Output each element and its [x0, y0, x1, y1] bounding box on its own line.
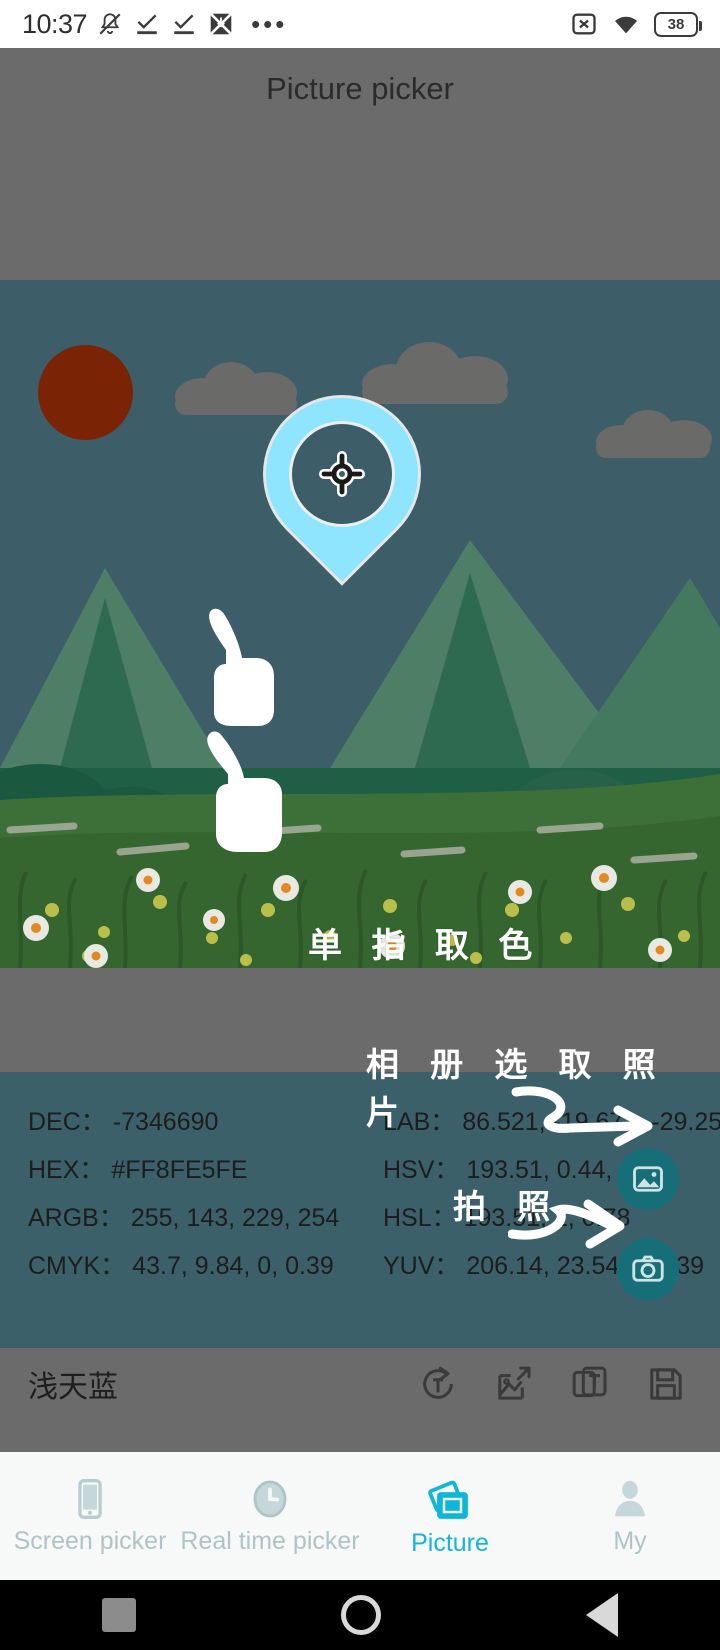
nav-label-my: My — [613, 1526, 647, 1555]
info-cmyk-value: 43.7, 9.84, 0, 0.39 — [132, 1252, 334, 1280]
info-dec-value: -7346690 — [112, 1108, 219, 1136]
page-title: Picture picker — [266, 71, 454, 106]
back-triangle-button[interactable] — [585, 1593, 618, 1637]
recents-square-button[interactable] — [102, 1598, 137, 1632]
two-finger-hand-icon — [207, 731, 282, 852]
sun-shape — [38, 345, 133, 440]
info-cmyk-key: CMYK： — [28, 1252, 126, 1280]
info-argb-value: 255, 143, 229, 254 — [130, 1204, 340, 1232]
nav-label-real-time-picker: Real time picker — [180, 1526, 360, 1555]
color-refresh-icon[interactable] — [418, 1364, 458, 1404]
nav-item-real-time-picker[interactable]: Real time picker — [180, 1452, 360, 1580]
clock-icon — [253, 1479, 287, 1518]
image-icon — [633, 1166, 663, 1192]
info-hex-value: #FF8FE5FE — [111, 1156, 248, 1184]
cloud-shape — [362, 342, 512, 404]
color-picker-marker[interactable] — [234, 366, 450, 608]
info-dec-key: DEC： — [28, 1108, 106, 1136]
battery-icon: 38 — [654, 11, 702, 37]
annotation-arrow-to-camera-icon — [508, 1199, 625, 1249]
bottom-navigation: Screen picker Real time picker Picture M… — [0, 1452, 720, 1580]
save-icon[interactable] — [646, 1364, 686, 1404]
info-hsl-key: HSL： — [383, 1204, 457, 1232]
nav-item-my[interactable]: My — [540, 1452, 720, 1580]
phone-icon — [78, 1478, 102, 1519]
nav-divider — [0, 1420, 720, 1452]
status-bar: 10:37 ••• 38 — [0, 0, 720, 48]
canvas-top-padding — [0, 130, 720, 280]
info-hsv-key: HSV： — [383, 1156, 460, 1184]
nav-item-screen-picker[interactable]: Screen picker — [0, 1452, 180, 1580]
battery-level: 38 — [667, 15, 685, 33]
sim-card-off-icon — [572, 13, 596, 35]
info-cmyk: CMYK： 43.7, 9.84, 0, 0.39 — [28, 1246, 383, 1294]
picture-canvas[interactable]: 单 指 取 色 双 指 缩 放 移 动 图 片 — [0, 280, 720, 968]
person-icon — [614, 1480, 646, 1516]
cloud-shape — [596, 410, 714, 458]
status-left-icons: ••• — [97, 11, 287, 37]
image-export-icon[interactable] — [494, 1364, 534, 1404]
status-right-icons: 38 — [570, 10, 702, 38]
info-yuv-key: YUV： — [383, 1252, 460, 1280]
mute-bell-icon — [99, 13, 121, 35]
color-actions — [418, 1364, 698, 1404]
info-hex-key: HEX： — [28, 1156, 105, 1184]
photos-icon — [428, 1480, 468, 1519]
wifi-icon — [615, 16, 637, 34]
status-clock: 10:37 — [22, 8, 88, 39]
system-navigation-bar — [0, 1580, 720, 1650]
tip-single-finger: 单 指 取 色 — [308, 927, 543, 965]
home-circle-button[interactable] — [340, 1595, 381, 1635]
annotation-arrow-to-gallery-icon — [511, 1086, 653, 1147]
single-finger-hand-icon — [209, 608, 274, 726]
nav-item-picture[interactable]: Picture — [360, 1452, 540, 1580]
color-name-bar: 浅天蓝 — [0, 1348, 720, 1420]
check-underline-icon — [137, 14, 157, 35]
crosshair-icon — [319, 451, 365, 497]
copy-text-icon[interactable] — [570, 1364, 610, 1404]
info-dec: DEC： -7346690 — [28, 1102, 383, 1150]
check-underline-icon — [174, 14, 194, 35]
info-argb-key: ARGB： — [28, 1204, 124, 1232]
info-hex: HEX： #FF8FE5FE — [28, 1150, 383, 1198]
nav-label-picture: Picture — [411, 1528, 489, 1557]
image-download-icon — [209, 12, 233, 36]
phone-screen: 10:37 ••• 38 Picture picker 单 指 取 色 DEC：… — [0, 0, 720, 1650]
more-dots-icon: ••• — [251, 9, 288, 39]
info-argb: ARGB： 255, 143, 229, 254 — [28, 1198, 383, 1246]
color-name-label: 浅天蓝 — [28, 1371, 118, 1404]
app-bar: Picture picker — [0, 48, 720, 130]
nav-label-screen-picker: Screen picker — [13, 1526, 167, 1555]
